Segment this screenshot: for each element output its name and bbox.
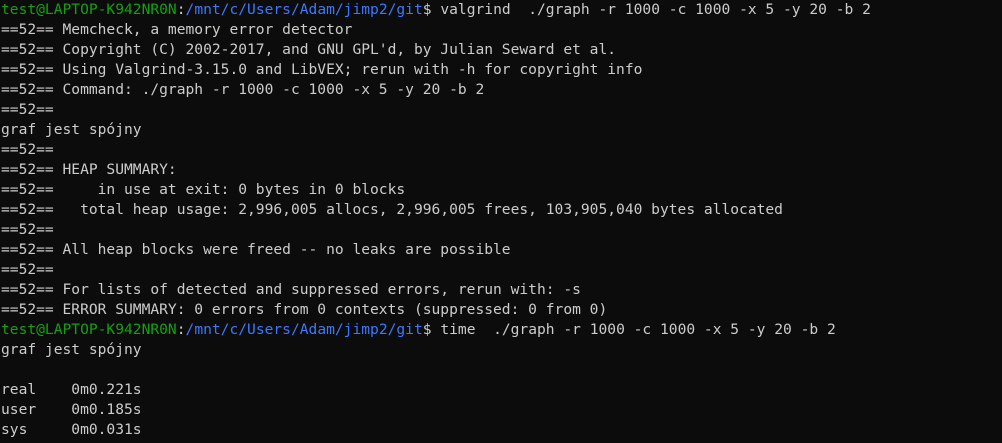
output-line: ==52== [1,221,54,238]
output-line: graf jest spójny [1,341,142,358]
prompt-separator: : [176,1,186,18]
output-line: ==52== in use at exit: 0 bytes in 0 bloc… [1,181,406,198]
prompt-user-host: test@LAPTOP-K942NR0N [1,321,177,338]
output-line: ==52== Copyright (C) 2002-2017, and GNU … [1,41,617,58]
output-line: ==52== For lists of detected and suppres… [1,281,581,298]
output-line: user 0m0.185s [1,401,142,418]
prompt-line: test@LAPTOP-K942NR0N:/mnt/c/Users/Adam/j… [1,0,1002,20]
output-line: ==52== ERROR SUMMARY: 0 errors from 0 co… [1,301,608,318]
output-line: ==52== Using Valgrind-3.15.0 and LibVEX;… [1,61,643,78]
terminal-window[interactable]: test@LAPTOP-K942NR0N:/mnt/c/Users/Adam/j… [0,0,1002,443]
output-line: ==52== [1,261,54,278]
output-line: ==52== Memcheck, a memory error detector [1,21,353,38]
output-line: ==52== [1,141,54,158]
prompt-user-host: test@LAPTOP-K942NR0N [1,1,177,18]
prompt-symbol: $ [422,1,432,18]
output-line: real 0m0.221s [1,381,142,398]
output-line: ==52== Command: ./graph -r 1000 -c 1000 … [1,81,485,98]
output-line: ==52== All heap blocks were freed -- no … [1,241,511,258]
prompt-separator: : [176,321,186,338]
prompt-symbol: $ [422,321,432,338]
output-line: sys 0m0.031s [1,421,142,438]
command-text: time ./graph -r 1000 -c 1000 -x 5 -y 20 … [431,321,836,338]
prompt-path: /mnt/c/Users/Adam/jimp2/git [185,321,423,338]
output-line: ==52== HEAP SUMMARY: [1,161,177,178]
output-line: ==52== total heap usage: 2,996,005 alloc… [1,201,783,218]
prompt-path: /mnt/c/Users/Adam/jimp2/git [185,1,423,18]
command-text: valgrind ./graph -r 1000 -c 1000 -x 5 -y… [431,1,871,18]
output-line: ==52== [1,101,54,118]
prompt-line: test@LAPTOP-K942NR0N:/mnt/c/Users/Adam/j… [1,320,1002,340]
output-line: graf jest spójny [1,121,142,138]
